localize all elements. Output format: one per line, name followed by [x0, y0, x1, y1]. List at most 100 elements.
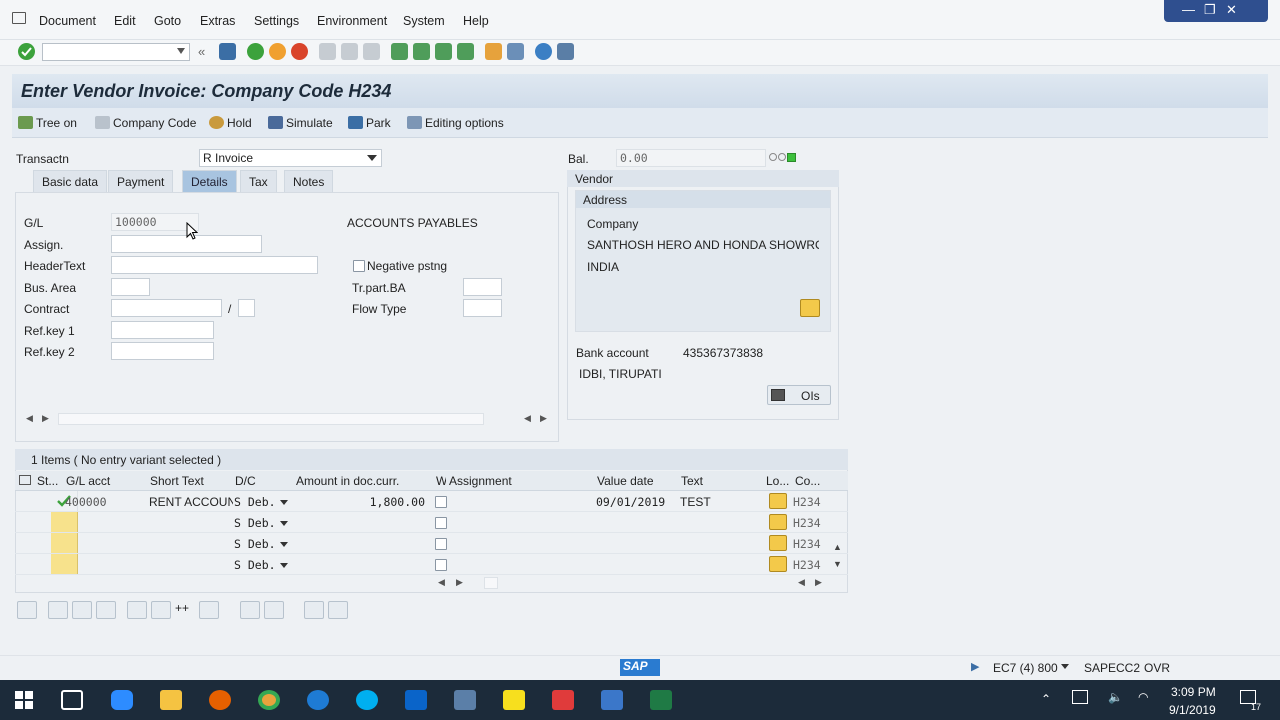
sticky-notes-icon[interactable] [503, 690, 525, 710]
chevron-up-icon[interactable]: ⌃ [1041, 692, 1051, 706]
cell-debit-credit[interactable]: S Deb. [234, 516, 288, 530]
tab-payment[interactable]: Payment [108, 170, 174, 192]
edit-icon[interactable] [769, 535, 787, 551]
editing-options-button[interactable]: Editing options [407, 116, 504, 130]
cell-w-checkbox[interactable] [435, 538, 447, 550]
cell-debit-credit[interactable]: S Deb. [234, 558, 288, 572]
table-settings-icon[interactable] [19, 475, 31, 485]
cell-w-checkbox[interactable] [435, 559, 447, 571]
sap-logon-icon[interactable] [454, 690, 476, 710]
cell-gl-account[interactable]: 400000 [65, 495, 107, 509]
append-row-icon[interactable] [151, 601, 171, 619]
maximize-button[interactable]: ❐ [1204, 2, 1216, 18]
cell-amount[interactable]: 1,800.00 [297, 495, 425, 509]
select-block-icon[interactable] [72, 601, 92, 619]
scroll-thumb[interactable] [58, 413, 484, 425]
trading-partner-ba-field[interactable] [463, 278, 502, 296]
task-view-icon[interactable] [61, 690, 83, 710]
company-code-button[interactable]: Company Code [95, 116, 196, 130]
scroll-left-icon[interactable]: ◀ [524, 413, 531, 424]
scroll-left-icon[interactable]: ◀ [26, 413, 33, 424]
park-button[interactable]: Park [348, 116, 391, 130]
reference-key1-field[interactable] [111, 321, 214, 339]
battery-icon[interactable] [1072, 690, 1088, 704]
edge-icon[interactable] [307, 690, 329, 710]
column-w[interactable]: W [436, 474, 446, 488]
scroll-left-icon[interactable]: ◀ [798, 577, 805, 588]
presentation-app-icon[interactable] [552, 690, 574, 710]
layout-menu-icon[interactable] [557, 43, 574, 60]
new-session-icon[interactable] [485, 43, 502, 60]
column-lo[interactable]: Lo... [766, 474, 792, 488]
exit-icon[interactable] [269, 43, 286, 60]
scroll-right-icon[interactable]: ▶ [456, 577, 463, 588]
column-debit-credit[interactable]: D/C [235, 474, 293, 488]
table-scroll-thumb[interactable] [484, 577, 498, 589]
edit-icon[interactable] [769, 493, 787, 509]
first-page-icon[interactable] [391, 43, 408, 60]
menu-toggle-icon[interactable] [12, 12, 26, 24]
shortcut-icon[interactable] [507, 43, 524, 60]
zoom-icon[interactable] [111, 690, 133, 710]
row-selector[interactable] [51, 554, 78, 574]
menu-settings[interactable]: Settings [254, 14, 299, 28]
menu-system[interactable]: System [403, 14, 445, 28]
cell-w-checkbox[interactable] [435, 496, 447, 508]
select-all-icon[interactable] [48, 601, 68, 619]
chevron-down-icon[interactable] [1061, 664, 1069, 669]
cell-text[interactable]: TEST [680, 495, 711, 509]
tab-basic-data[interactable]: Basic data [33, 170, 108, 192]
row-selector[interactable] [51, 512, 78, 532]
scroll-right-icon[interactable]: ▶ [815, 577, 822, 588]
volume-icon[interactable]: 🔈 [1108, 690, 1123, 704]
column-company-code[interactable]: Co... [795, 474, 825, 488]
file-explorer-icon[interactable] [160, 690, 182, 710]
double-chevron-left-icon[interactable]: « [198, 44, 205, 59]
edit-icon[interactable] [769, 556, 787, 572]
column-text[interactable]: Text [681, 474, 763, 488]
table-row[interactable]: S Deb. H234 [15, 554, 848, 575]
table-row[interactable]: 400000 RENT ACCOUN S Deb. 1,800.00 09/01… [15, 491, 848, 512]
menu-environment[interactable]: Environment [317, 14, 387, 28]
menu-edit[interactable]: Edit [114, 14, 136, 28]
tab-details[interactable]: Details [182, 170, 237, 192]
row-selector[interactable] [51, 533, 78, 553]
tab-notes[interactable]: Notes [284, 170, 334, 192]
column-gl-account[interactable]: G/L acct [66, 474, 148, 488]
sap-gui-icon[interactable] [601, 690, 623, 710]
edit-icon[interactable] [769, 514, 787, 530]
last-page-icon[interactable] [457, 43, 474, 60]
tab-tax[interactable]: Tax [240, 170, 277, 192]
cancel-icon[interactable] [291, 43, 308, 60]
insert-row-icon[interactable] [127, 601, 147, 619]
details-icon[interactable] [17, 601, 37, 619]
menu-goto[interactable]: Goto [154, 14, 181, 28]
business-area-field[interactable] [111, 278, 150, 296]
open-items-button[interactable]: OIs [767, 385, 831, 405]
tree-on-button[interactable]: Tree on [18, 116, 77, 130]
previous-page-icon[interactable] [413, 43, 430, 60]
delete-row-icon[interactable] [199, 601, 219, 619]
taskbar-time[interactable]: 3:09 PM [1171, 685, 1216, 699]
scroll-right-icon[interactable]: ▶ [540, 413, 547, 424]
sort-icon[interactable] [304, 601, 324, 619]
menu-extras[interactable]: Extras [200, 14, 235, 28]
wifi-icon[interactable]: ◠ [1138, 690, 1148, 704]
help-icon[interactable] [535, 43, 552, 60]
next-page-icon[interactable] [435, 43, 452, 60]
menu-document[interactable]: Document [39, 14, 96, 28]
column-assignment[interactable]: Assignment [449, 474, 594, 488]
cell-debit-credit[interactable]: S Deb. [234, 495, 288, 509]
excel-icon[interactable] [650, 690, 672, 710]
copy-icon[interactable] [240, 601, 260, 619]
column-amount[interactable]: Amount in doc.curr. [296, 474, 434, 488]
scroll-down-icon[interactable]: ▼ [833, 559, 842, 569]
firefox-icon[interactable] [209, 690, 231, 710]
table-row[interactable]: S Deb. H234 [15, 533, 848, 554]
details-hscrollbar[interactable]: ◀ ▶ ◀ ▶ [22, 412, 552, 426]
scroll-left-icon[interactable]: ◀ [438, 577, 445, 588]
menu-help[interactable]: Help [463, 14, 489, 28]
deselect-all-icon[interactable] [96, 601, 116, 619]
chrome-icon[interactable] [258, 690, 280, 710]
column-status[interactable]: St... [37, 474, 65, 488]
